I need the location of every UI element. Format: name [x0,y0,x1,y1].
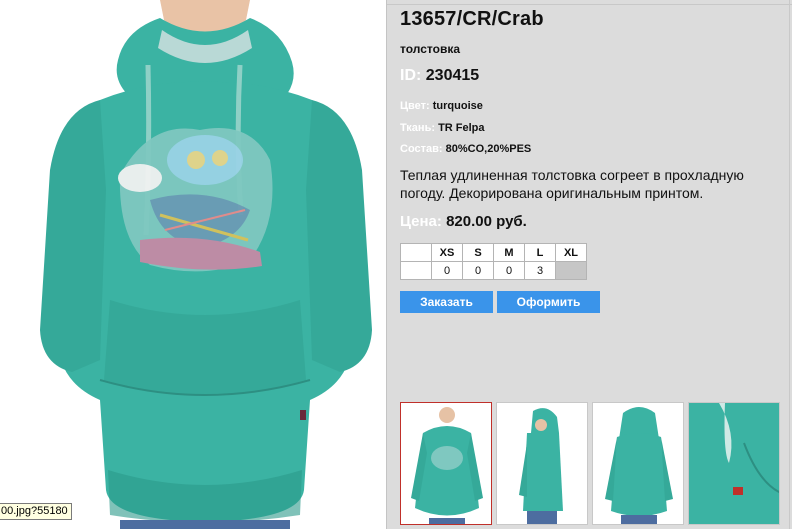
fabric-value: TR Felpa [438,122,485,134]
size-header-blank [400,243,432,262]
thumbnail-detail[interactable] [688,402,780,525]
composition-attribute: Состав: 80%CO,20%PES [400,143,531,155]
thumbnail-front[interactable] [400,402,492,525]
product-info-panel: 13657/CR/Crab толстовка ID: 230415 Цвет:… [386,0,792,529]
color-value: turquoise [432,100,483,112]
size-table: XS S M L XL 0 0 0 3 [400,243,587,280]
size-qty-xs[interactable]: 0 [431,261,463,280]
size-header-l: L [524,243,556,262]
size-quantity-row: 0 0 0 3 [400,261,587,280]
size-quantity-blank [400,261,432,280]
id-label: ID: [400,67,422,84]
size-header-xs: XS [431,243,463,262]
fabric-attribute: Ткань: TR Felpa [400,122,485,134]
id-value: 230415 [425,67,480,84]
right-divider [789,0,790,529]
composition-value: 80%CO,20%PES [445,143,532,155]
product-type: толстовка [400,42,460,56]
size-header-xl: XL [555,243,587,262]
main-product-photo[interactable] [0,0,386,529]
checkout-button[interactable]: Оформить [497,291,600,313]
thumbnail-back[interactable] [592,402,684,525]
size-qty-l[interactable]: 3 [524,261,556,280]
size-header-m: M [493,243,525,262]
thumbnail-detail-image [689,403,779,524]
top-divider [387,4,792,5]
product-description: Теплая удлиненная толстовка согреет в пр… [400,167,744,201]
size-qty-xl [555,261,587,280]
composition-label: Состав: [400,143,443,155]
thumbnail-front-image [401,403,491,524]
product-id: ID: 230415 [400,67,479,85]
size-header-row: XS S M L XL [400,243,587,262]
color-label: Цвет: [400,100,430,112]
price-value: 820.00 руб. [446,213,527,230]
product-title: 13657/CR/Crab [400,8,544,30]
image-url-tooltip: 00.jpg?55180 [0,503,72,520]
color-attribute: Цвет: turquoise [400,100,483,112]
thumbnail-side-image [497,403,587,524]
product-page: 00.jpg?55180 13657/CR/Crab толстовка ID:… [0,0,792,529]
thumbnail-back-image [593,403,683,524]
size-qty-m[interactable]: 0 [493,261,525,280]
price-label: Цена: [400,213,442,230]
order-button[interactable]: Заказать [400,291,493,313]
hoodie-photo-illustration [0,0,386,529]
fabric-label: Ткань: [400,122,435,134]
thumbnail-side[interactable] [496,402,588,525]
size-header-s: S [462,243,494,262]
size-qty-s[interactable]: 0 [462,261,494,280]
price: Цена: 820.00 руб. [400,213,527,230]
